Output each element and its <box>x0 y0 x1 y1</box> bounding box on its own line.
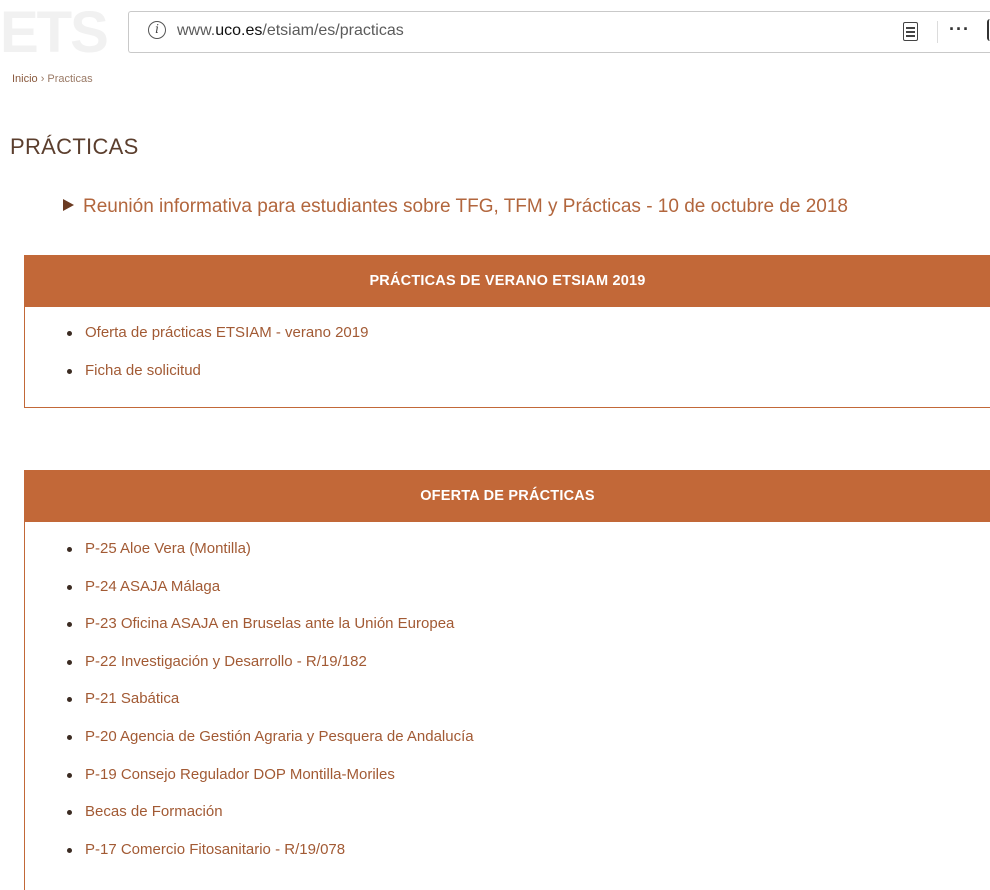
internship-offers-panel: OFERTA DE PRÁCTICAS P-25 Aloe Vera (Mont… <box>24 470 990 890</box>
list-item[interactable]: P-21 Sabática <box>25 687 990 725</box>
list-item[interactable]: Oferta de prácticas ETSIAM - verano 2019 <box>25 321 990 359</box>
internship-offers-header: OFERTA DE PRÁCTICAS <box>25 470 990 522</box>
breadcrumb-current: Practicas <box>47 73 93 85</box>
featured-meeting-link-text[interactable]: Reunión informativa para estudiantes sob… <box>83 196 848 217</box>
more-options-icon[interactable]: ··· <box>949 18 970 40</box>
list-item[interactable]: Becas de Formación <box>25 800 990 838</box>
address-bar[interactable]: i www.uco.es/etsiam/es/practicas ··· <box>128 11 990 53</box>
list-item[interactable]: P-20 Agencia de Gestión Agraria y Pesque… <box>25 725 990 763</box>
page-title: PRÁCTICAS <box>10 134 139 159</box>
triangle-arrow-icon <box>63 199 74 211</box>
list-item[interactable]: Ficha de solicitud <box>25 359 990 397</box>
url-domain: uco.es <box>215 22 263 39</box>
list-item[interactable]: P-23 Oficina ASAJA en Bruselas ante la U… <box>25 612 990 650</box>
faded-site-logo: ETS <box>0 10 109 56</box>
featured-meeting-link[interactable]: Reunión informativa para estudiantes sob… <box>63 196 848 218</box>
list-item[interactable]: P-22 Investigación y Desarrollo - R/19/1… <box>25 650 990 688</box>
list-item[interactable]: P-25 Aloe Vera (Montilla) <box>25 537 990 575</box>
internship-offers-list: P-25 Aloe Vera (Montilla) P-24 ASAJA Mál… <box>25 522 990 875</box>
toolbar-divider <box>937 21 938 43</box>
summer-internships-list: Oferta de prácticas ETSIAM - verano 2019… <box>25 307 990 396</box>
reader-view-icon[interactable] <box>903 22 918 41</box>
breadcrumb: Inicio › Practicas <box>12 73 93 85</box>
url-prefix: www. <box>177 22 216 39</box>
breadcrumb-separator: › <box>40 73 45 85</box>
breadcrumb-home-link[interactable]: Inicio <box>12 73 38 85</box>
summer-internships-header: PRÁCTICAS DE VERANO ETSIAM 2019 <box>25 255 990 307</box>
url-text[interactable]: www.uco.es/etsiam/es/practicas <box>177 22 404 40</box>
info-icon[interactable]: i <box>148 21 166 39</box>
browser-toolbar: ETS i www.uco.es/etsiam/es/practicas ··· <box>0 0 990 64</box>
list-item[interactable]: P-24 ASAJA Málaga <box>25 575 990 613</box>
url-path: /etsiam/es/practicas <box>262 22 404 39</box>
list-item[interactable]: P-19 Consejo Regulador DOP Montilla-Mori… <box>25 763 990 801</box>
list-item[interactable]: P-17 Comercio Fitosanitario - R/19/078 <box>25 838 990 876</box>
summer-internships-panel: PRÁCTICAS DE VERANO ETSIAM 2019 Oferta d… <box>24 255 990 408</box>
